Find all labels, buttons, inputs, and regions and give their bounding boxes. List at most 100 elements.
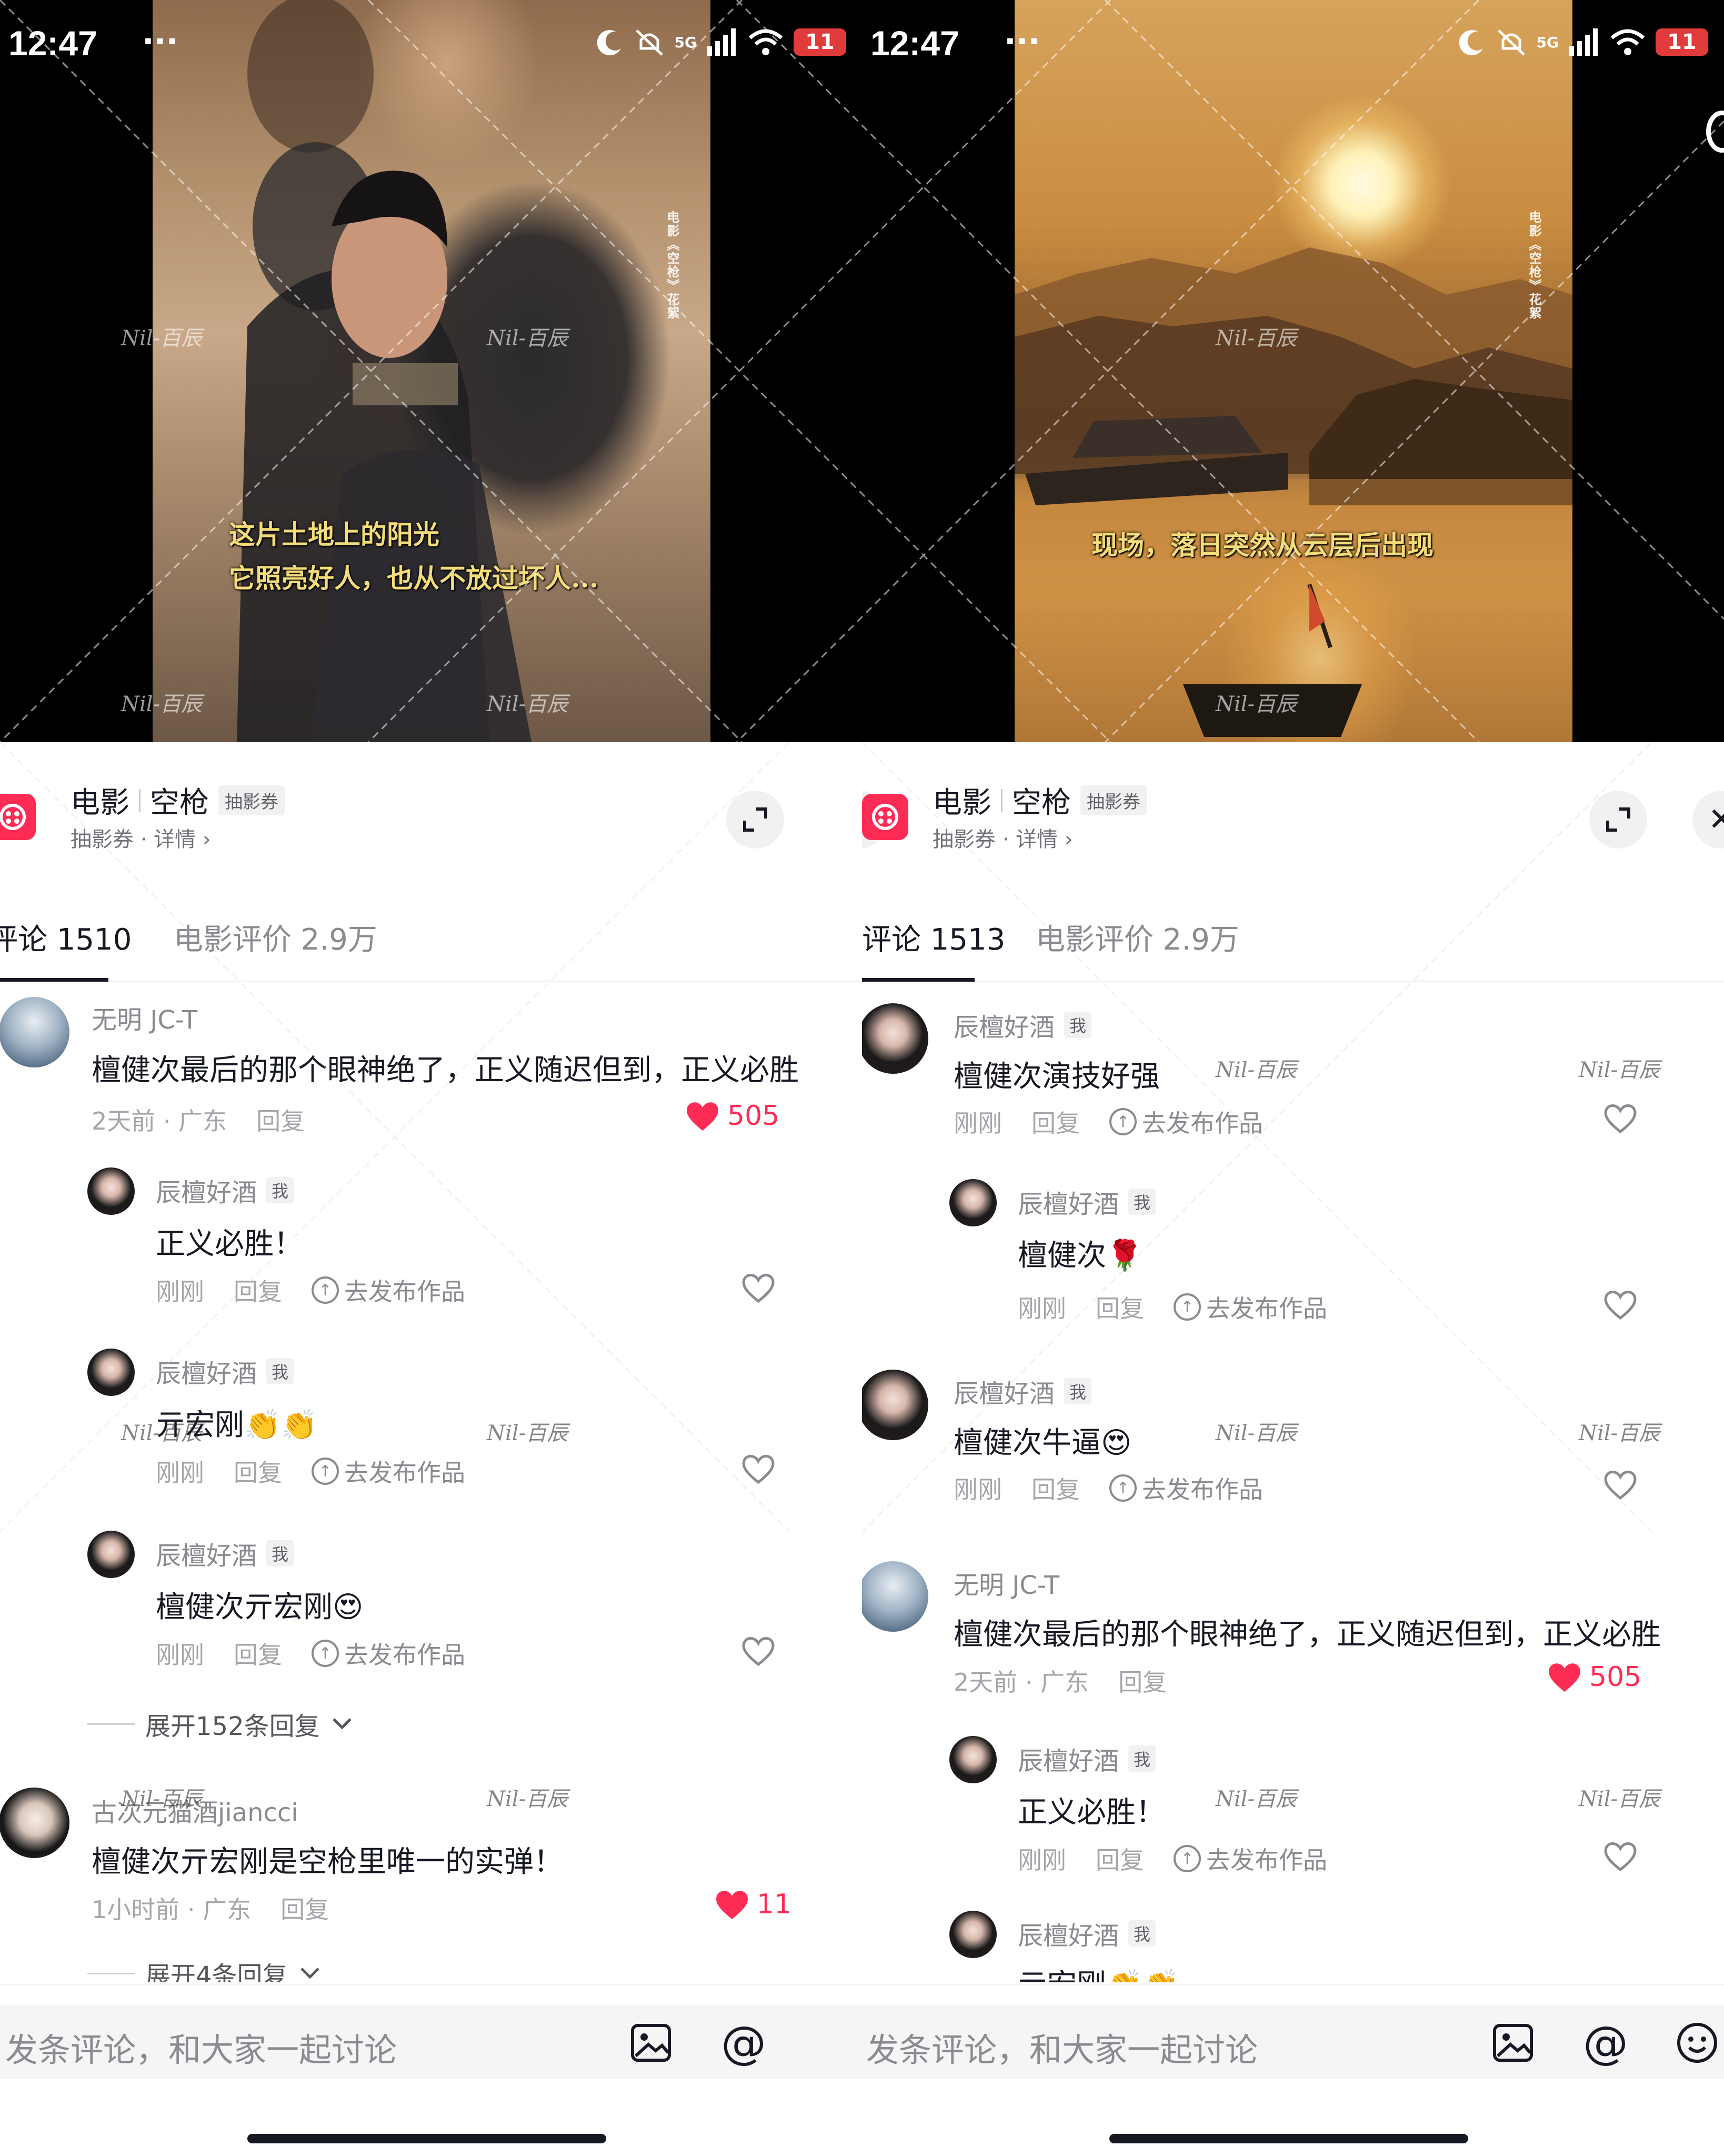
movie-title-row[interactable]: 电影 空枪 抽影券: [71, 779, 285, 822]
heart-icon[interactable]: [1602, 1839, 1639, 1873]
expand-button[interactable]: [1589, 791, 1647, 849]
heart-icon[interactable]: [740, 1634, 777, 1668]
reply-button[interactable]: 回复: [1031, 1471, 1080, 1505]
comment-username[interactable]: 无明 JC-T: [954, 1564, 1059, 1601]
avatar[interactable]: [949, 1736, 997, 1783]
heart-icon[interactable]: [740, 1452, 777, 1485]
video-subtitle-line1: 现场，落日突然从云层后出现: [1091, 530, 1434, 561]
comment-username[interactable]: 辰檀好酒我: [156, 1535, 294, 1572]
at-icon[interactable]: @: [721, 2017, 766, 2069]
avatar[interactable]: [862, 1370, 928, 1440]
comment-text: 亓宏刚👏👏: [1018, 1961, 1179, 1982]
status-time: 12:47: [8, 24, 97, 63]
close-icon[interactable]: ✕: [1692, 791, 1724, 849]
publish-button[interactable]: ↑ 去发布作品: [1109, 1471, 1263, 1505]
reply-button[interactable]: 回复: [280, 1891, 329, 1925]
reply-button[interactable]: 回复: [256, 1102, 305, 1137]
like-button[interactable]: 11: [714, 1888, 791, 1921]
reply-button[interactable]: 回复: [1096, 1841, 1144, 1876]
publish-label: 去发布作品: [344, 1277, 465, 1306]
expand-replies-label: 展开4条回复: [145, 1961, 288, 1982]
status-icons: 5G 11: [1457, 27, 1708, 57]
avatar[interactable]: [0, 1788, 69, 1858]
expand-icon: [1606, 807, 1630, 832]
avatar[interactable]: [0, 997, 69, 1067]
video-frame: 这片土地上的阳光 它照亮好人，也从不放过坏人... 电影《空枪》花絮: [153, 0, 710, 742]
emoji-icon[interactable]: [1676, 2021, 1719, 2064]
me-badge: 我: [266, 1177, 294, 1203]
publish-button[interactable]: ↑ 去发布作品: [1109, 1104, 1263, 1139]
tab-movie-rating[interactable]: 电影评价 2.9万: [1036, 916, 1239, 959]
expand-replies-button[interactable]: 展开4条回复: [87, 1955, 322, 1982]
comment-username[interactable]: 无明 JC-T: [92, 999, 197, 1036]
comment-text: 正义必胜！: [156, 1227, 303, 1261]
movie-category: 电影: [933, 786, 991, 820]
expand-replies-button[interactable]: 展开152条回复: [87, 1705, 354, 1742]
comment-time: 2天前: [954, 1668, 1018, 1696]
publish-label: 去发布作品: [344, 1641, 465, 1669]
avatar[interactable]: [87, 1531, 135, 1578]
at-icon[interactable]: @: [1583, 2017, 1628, 2069]
reply-button[interactable]: 回复: [1096, 1290, 1144, 1324]
comment-input-bar: 发条评论，和大家一起讨论 @: [862, 1984, 1724, 2100]
heart-icon[interactable]: [1602, 1287, 1639, 1321]
comment-meta: 刚刚 回复 ↑ 去发布作品: [1018, 1841, 1327, 1876]
comment-tabs: 评论 1513 电影评价 2.9万: [862, 895, 1724, 982]
publish-button[interactable]: ↑ 去发布作品: [312, 1636, 465, 1671]
comment-time: 刚刚: [1018, 1294, 1066, 1323]
movie-details-link[interactable]: 抽影券 · 详情 ›: [933, 822, 1073, 853]
reply-button[interactable]: 回复: [234, 1454, 282, 1489]
publish-button[interactable]: ↑ 去发布作品: [1174, 1290, 1327, 1324]
avatar[interactable]: [862, 1561, 928, 1632]
tab-comments[interactable]: 评论 1510: [0, 916, 132, 959]
movie-title-row[interactable]: 电影 空枪 抽影券: [933, 779, 1147, 822]
avatar[interactable]: [949, 1179, 997, 1226]
comment-input[interactable]: 发条评论，和大家一起讨论 @: [0, 2005, 862, 2079]
comment-username[interactable]: 辰檀好酒我: [156, 1353, 294, 1390]
movie-logo-icon: [862, 794, 908, 840]
avatar[interactable]: [87, 1167, 135, 1215]
reply-button[interactable]: 回复: [1118, 1663, 1167, 1698]
avatar[interactable]: [862, 1003, 928, 1074]
comment-username[interactable]: 古次元猫酒jiancci: [92, 1792, 298, 1829]
heart-icon[interactable]: [1602, 1468, 1639, 1501]
tab-underline: [862, 978, 975, 982]
status-icons: 5G 11: [595, 27, 846, 57]
comment-input[interactable]: 发条评论，和大家一起讨论 @: [862, 2005, 1724, 2079]
movie-badge: 抽影券: [1080, 785, 1147, 815]
tab-comments[interactable]: 评论 1513: [862, 916, 1005, 959]
movie-details-link[interactable]: 抽影券 · 详情 ›: [71, 822, 211, 853]
image-icon[interactable]: [629, 2021, 673, 2064]
comment-username[interactable]: 辰檀好酒我: [954, 1373, 1092, 1410]
comment-text: 檀健次演技好强: [954, 1060, 1160, 1094]
publish-button[interactable]: ↑ 去发布作品: [312, 1454, 465, 1489]
publish-label: 去发布作品: [1142, 1109, 1263, 1137]
tab-movie-rating[interactable]: 电影评价 2.9万: [174, 916, 377, 959]
reply-button[interactable]: 回复: [234, 1636, 282, 1671]
me-badge: 我: [1128, 1745, 1156, 1772]
comment-location: 广东: [178, 1107, 227, 1135]
publish-label: 去发布作品: [1142, 1475, 1263, 1504]
avatar[interactable]: [949, 1911, 997, 1958]
comment-username[interactable]: 辰檀好酒我: [1018, 1915, 1156, 1952]
publish-button[interactable]: ↑ 去发布作品: [312, 1273, 465, 1307]
movie-header[interactable]: 电影 空枪 抽影券 抽影券 · 详情 ›: [0, 742, 862, 879]
comment-username[interactable]: 辰檀好酒我: [1018, 1183, 1156, 1220]
comment-username[interactable]: 辰檀好酒我: [156, 1172, 294, 1209]
reply-button[interactable]: 回复: [234, 1273, 282, 1307]
video-player[interactable]: 现场，落日突然从云层后出现 电影《空枪》花絮 12:47 ··· 5G 11: [862, 0, 1724, 742]
heart-icon[interactable]: [740, 1271, 777, 1304]
like-button[interactable]: 505: [684, 1099, 779, 1133]
movie-header[interactable]: ✕ 电影 空枪 抽影券 抽影券 · 详情 › ✕: [862, 742, 1724, 879]
expand-button[interactable]: [726, 791, 784, 849]
publish-button[interactable]: ↑ 去发布作品: [1174, 1841, 1327, 1876]
comment-username[interactable]: 辰檀好酒我: [954, 1006, 1092, 1043]
reply-button[interactable]: 回复: [1031, 1104, 1080, 1139]
image-icon[interactable]: [1491, 2021, 1535, 2064]
video-player[interactable]: 这片土地上的阳光 它照亮好人，也从不放过坏人... 电影《空枪》花絮 12:47…: [0, 0, 862, 742]
heart-icon[interactable]: [1602, 1101, 1639, 1135]
avatar[interactable]: [87, 1349, 135, 1396]
like-button[interactable]: 505: [1546, 1660, 1641, 1694]
comment-time: 2天前: [92, 1107, 156, 1135]
comment-username[interactable]: 辰檀好酒我: [1018, 1740, 1156, 1777]
